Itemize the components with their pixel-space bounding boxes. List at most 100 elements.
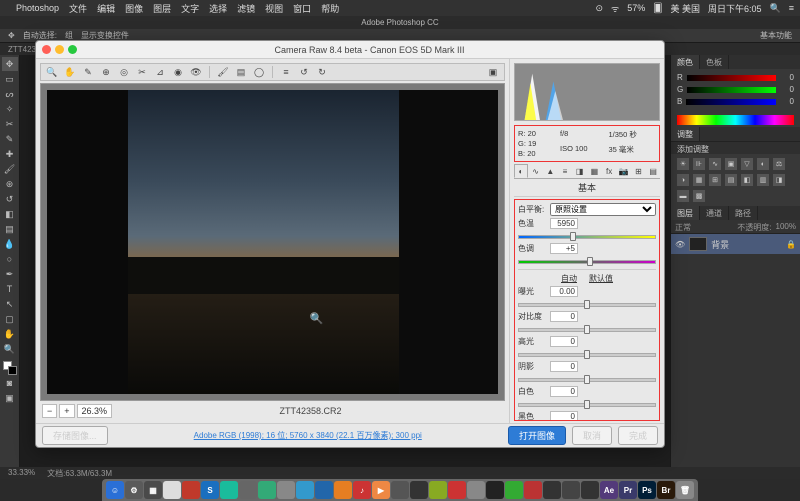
open-image-button[interactable]: 打开图像 — [508, 426, 566, 445]
menu-window[interactable]: 窗口 — [293, 2, 311, 15]
cr-hand-tool[interactable]: ✋ — [63, 65, 77, 79]
blend-mode[interactable]: 正常 — [675, 222, 691, 231]
cr-spot-tool[interactable]: ◉ — [171, 65, 185, 79]
screenmode-tool[interactable]: ▣ — [2, 391, 18, 405]
lasso-tool[interactable]: ᔕ — [2, 87, 18, 101]
paths-tab[interactable]: 路径 — [729, 206, 758, 220]
window-minimize-button[interactable] — [55, 45, 64, 54]
cr-rotate-cw-tool[interactable]: ↻ — [315, 65, 329, 79]
dock-app-19[interactable] — [467, 481, 485, 499]
r-value[interactable]: 0 — [780, 73, 794, 82]
menu-type[interactable]: 文字 — [181, 2, 199, 15]
hand-tool[interactable]: ✋ — [2, 327, 18, 341]
dock-app-14[interactable]: ▶ — [372, 481, 390, 499]
dock-app-26[interactable]: Ae — [600, 481, 618, 499]
dock-app-28[interactable]: Ps — [638, 481, 656, 499]
cr-zoom-plus[interactable]: + — [59, 404, 74, 418]
dock-app-15[interactable] — [391, 481, 409, 499]
lock-icon[interactable]: 🔒 — [786, 240, 796, 249]
window-zoom-button[interactable] — [68, 45, 77, 54]
adj-gradmap-icon[interactable]: ▬ — [677, 190, 689, 202]
cr-tab-fx[interactable]: fx — [602, 164, 616, 178]
dock-app-4[interactable] — [182, 481, 200, 499]
dock-app-25[interactable] — [581, 481, 599, 499]
b-value[interactable]: 0 — [780, 97, 794, 106]
g-slider[interactable] — [687, 87, 776, 93]
adj-colorbal-icon[interactable]: ⚖ — [773, 158, 785, 170]
cr-radial-tool[interactable]: ◯ — [252, 65, 266, 79]
history-brush-tool[interactable]: ↺ — [2, 192, 18, 206]
zoom-tool[interactable]: 🔍 — [2, 342, 18, 356]
quickmask-tool[interactable]: ◙ — [2, 376, 18, 390]
tint-value[interactable]: +5 — [550, 243, 578, 254]
adj-curves-icon[interactable]: ∿ — [709, 158, 721, 170]
layer-thumbnail[interactable] — [689, 237, 707, 251]
input-locale[interactable]: 美 美国 — [670, 2, 700, 15]
dock-app-18[interactable] — [448, 481, 466, 499]
cr-tab-basic[interactable]: ◐ — [514, 164, 528, 178]
marquee-tool[interactable]: ▭ — [2, 72, 18, 86]
tint-slider[interactable] — [518, 256, 656, 266]
cr-histogram[interactable] — [514, 63, 660, 121]
stamp-tool[interactable]: ⊛ — [2, 177, 18, 191]
cr-preview-area[interactable]: 🔍 — [40, 83, 505, 401]
dock-app-0[interactable]: ☺ — [106, 481, 124, 499]
brush-tool[interactable]: 🖌 — [2, 162, 18, 176]
menu-extras-icon[interactable]: ≡ — [789, 3, 794, 13]
dock-app-2[interactable]: ▦ — [144, 481, 162, 499]
cr-grad-tool[interactable]: ▤ — [234, 65, 248, 79]
done-button[interactable]: 完成 — [618, 426, 658, 445]
cr-tab-hsl[interactable]: ≡ — [558, 164, 572, 178]
adj-photo-icon[interactable]: ▦ — [693, 174, 705, 186]
menu-help[interactable]: 帮助 — [321, 2, 339, 15]
cr-target-tool[interactable]: ◎ — [117, 65, 131, 79]
spotlight-icon[interactable]: 🔍 — [770, 3, 781, 14]
crop-tool[interactable]: ✂ — [2, 117, 18, 131]
dock-app-30[interactable]: 🗑 — [676, 481, 694, 499]
cr-redeye-tool[interactable]: 👁 — [189, 65, 203, 79]
cr-zoom-value[interactable]: 26.3% — [77, 404, 113, 418]
adjustments-tab[interactable]: 调整 — [671, 127, 700, 141]
dock-app-10[interactable] — [296, 481, 314, 499]
adj-selcolor-icon[interactable]: ▩ — [693, 190, 705, 202]
menu-select[interactable]: 选择 — [209, 2, 227, 15]
r-slider[interactable] — [687, 75, 776, 81]
adj-exposure-icon[interactable]: ▣ — [725, 158, 737, 170]
workspace-label[interactable]: 基本功能 — [760, 30, 792, 41]
temp-slider[interactable] — [518, 231, 656, 241]
move-tool[interactable]: ✥ — [2, 57, 18, 71]
color-tab[interactable]: 颜色 — [671, 55, 700, 69]
shadows-value[interactable]: 0 — [550, 361, 578, 372]
contrast-value[interactable]: 0 — [550, 311, 578, 322]
hue-strip[interactable] — [677, 115, 794, 125]
color-swatch[interactable] — [3, 361, 17, 375]
wifi-icon[interactable]: ᯤ — [611, 2, 619, 15]
dock-app-3[interactable] — [163, 481, 181, 499]
dock-app-22[interactable] — [524, 481, 542, 499]
adj-thresh-icon[interactable]: ◨ — [773, 174, 785, 186]
dock-app-12[interactable] — [334, 481, 352, 499]
cr-rotate-ccw-tool[interactable]: ↺ — [297, 65, 311, 79]
path-tool[interactable]: ↖ — [2, 297, 18, 311]
cr-zoom-tool[interactable]: 🔍 — [45, 65, 59, 79]
dock-app-9[interactable] — [277, 481, 295, 499]
highlights-value[interactable]: 0 — [550, 336, 578, 347]
visibility-icon[interactable]: 👁 — [675, 240, 685, 249]
cr-tab-split[interactable]: ◨ — [573, 164, 587, 178]
shadows-slider[interactable] — [518, 374, 656, 384]
menu-layer[interactable]: 图层 — [153, 2, 171, 15]
menu-image[interactable]: 图像 — [125, 2, 143, 15]
highlights-slider[interactable] — [518, 349, 656, 359]
dodge-tool[interactable]: ○ — [2, 252, 18, 266]
blacks-value[interactable]: 0 — [550, 411, 578, 421]
adj-invert-icon[interactable]: ◧ — [741, 174, 753, 186]
cr-straighten-tool[interactable]: ⊿ — [153, 65, 167, 79]
whites-slider[interactable] — [518, 399, 656, 409]
whites-value[interactable]: 0 — [550, 386, 578, 397]
cr-tab-curve[interactable]: ∿ — [529, 164, 543, 178]
exposure-value[interactable]: 0.00 — [550, 286, 578, 297]
dock-app-7[interactable] — [239, 481, 257, 499]
pen-tool[interactable]: ✒ — [2, 267, 18, 281]
menu-filter[interactable]: 滤镜 — [237, 2, 255, 15]
adj-poster-icon[interactable]: ▥ — [757, 174, 769, 186]
